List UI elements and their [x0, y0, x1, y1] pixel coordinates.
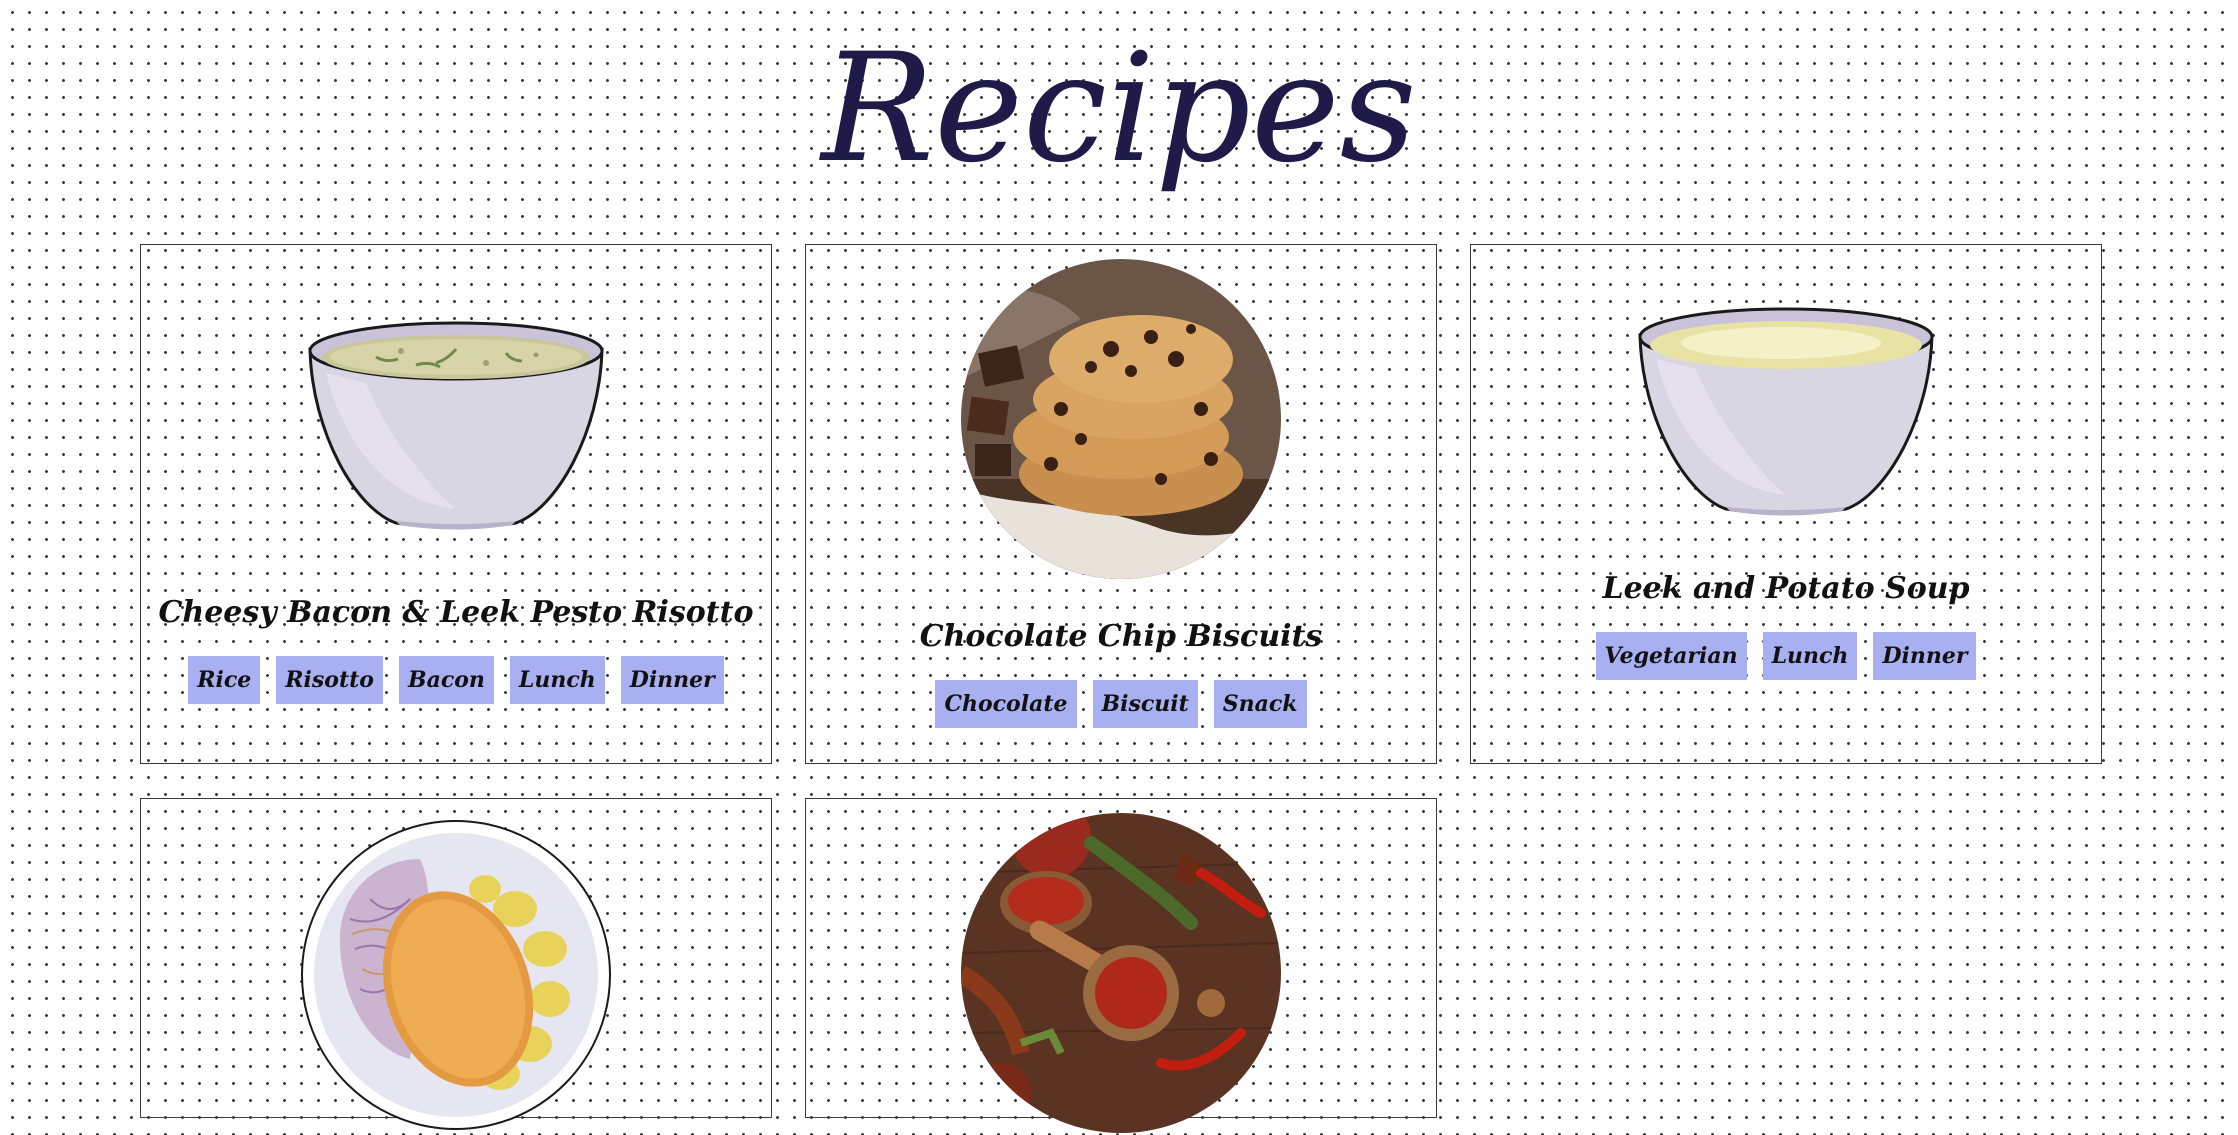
recipe-title[interactable]: Chocolate Chip Biscuits: [920, 619, 1323, 654]
tag-biscuit[interactable]: Biscuit: [1092, 680, 1198, 728]
tag-dinner[interactable]: Dinner: [620, 656, 724, 704]
risotto-bowl-image: [306, 313, 606, 537]
tag-rice[interactable]: Rice: [188, 656, 261, 704]
recipe-card[interactable]: [140, 798, 772, 1130]
tag-vegetarian[interactable]: Vegetarian: [1595, 632, 1747, 680]
recipe-card[interactable]: Cheesy Bacon & Leek Pesto Risotto Rice R…: [140, 244, 772, 764]
plate-image: [300, 819, 612, 1135]
recipe-card[interactable]: Leek and Potato Soup Vegetarian Lunch Di…: [1470, 244, 2102, 764]
spices-image: [961, 813, 1281, 1133]
recipe-title[interactable]: Cheesy Bacon & Leek Pesto Risotto: [159, 595, 754, 630]
page-title: Recipes: [821, 22, 1417, 196]
tag-risotto[interactable]: Risotto: [276, 656, 383, 704]
tag-lunch[interactable]: Lunch: [1762, 632, 1858, 680]
tag-list: Chocolate Biscuit Snack: [935, 680, 1307, 728]
recipe-card[interactable]: Chocolate Chip Biscuits Chocolate Biscui…: [805, 244, 1437, 764]
tag-snack[interactable]: Snack: [1213, 680, 1307, 728]
tag-lunch[interactable]: Lunch: [509, 656, 605, 704]
cookies-image: [961, 259, 1281, 579]
recipe-title[interactable]: Leek and Potato Soup: [1602, 571, 1969, 606]
tag-list: Rice Risotto Bacon Lunch Dinner: [188, 656, 724, 704]
tag-dinner[interactable]: Dinner: [1873, 632, 1977, 680]
soup-bowl-image: [1636, 299, 1936, 523]
tag-chocolate[interactable]: Chocolate: [935, 680, 1077, 728]
tag-list: Vegetarian Lunch Dinner: [1595, 632, 1977, 680]
tag-bacon[interactable]: Bacon: [398, 656, 494, 704]
recipe-card[interactable]: [805, 798, 1437, 1133]
